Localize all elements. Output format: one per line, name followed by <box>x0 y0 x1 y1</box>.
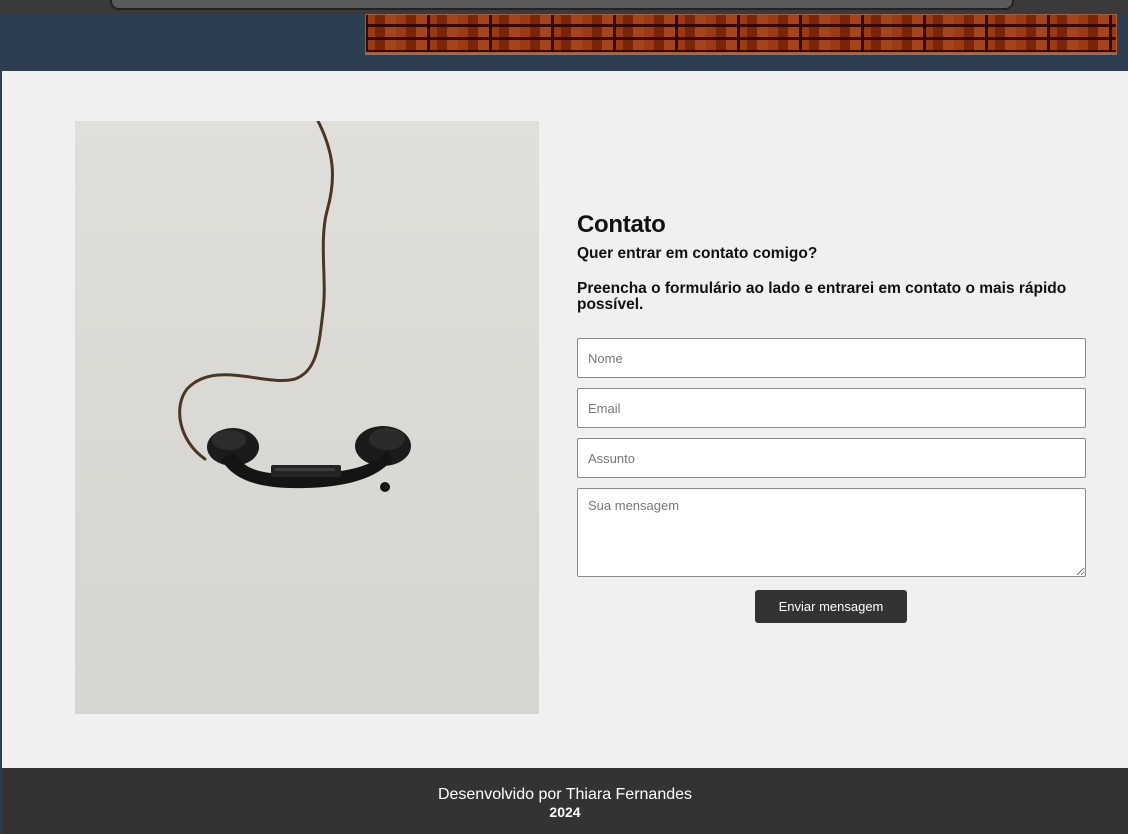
email-input[interactable] <box>577 388 1086 428</box>
brick-wall-banner <box>365 14 1117 55</box>
contact-text-block: Contato Quer entrar em contato comigo? P… <box>577 211 1086 313</box>
browser-address-bar <box>110 0 1014 10</box>
telephone-handset-photo <box>75 121 539 714</box>
footer-credit: Desenvolvido por Thiara Fernandes <box>437 786 693 803</box>
contact-title: Contato <box>577 211 666 238</box>
send-message-button[interactable]: Enviar mensagem <box>755 590 907 623</box>
browser-top-strip <box>0 0 1128 14</box>
contact-instructions: Preencha o formulário ao lado e entrarei… <box>577 280 1067 313</box>
subject-input[interactable] <box>577 438 1086 478</box>
name-input[interactable] <box>577 338 1086 378</box>
message-textarea[interactable] <box>577 488 1086 577</box>
contact-question: Quer entrar em contato comigo? <box>577 245 818 262</box>
site-header <box>0 14 1128 71</box>
telephone-handset-icon <box>178 121 411 492</box>
site-footer: Desenvolvido por Thiara Fernandes 2024 <box>2 768 1128 834</box>
footer-year: 2024 <box>549 804 581 820</box>
contact-section: Contato Quer entrar em contato comigo? P… <box>2 71 1128 768</box>
